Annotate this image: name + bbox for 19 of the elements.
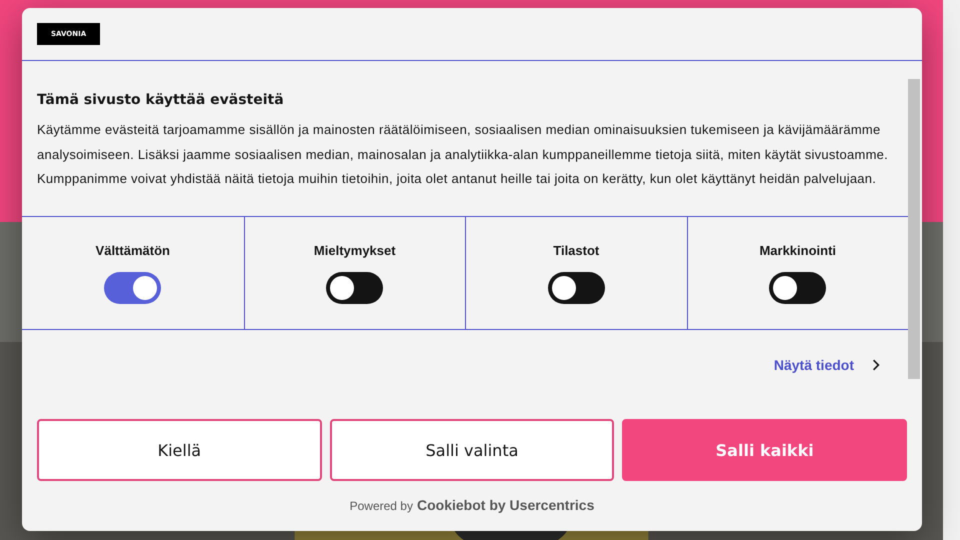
scrollbar[interactable] <box>908 79 920 379</box>
page-scrollbar[interactable] <box>943 0 960 540</box>
category-label: Välttämätön <box>96 242 170 258</box>
toggle-switch[interactable] <box>769 272 826 304</box>
toggle-switch[interactable] <box>326 272 384 304</box>
details-link[interactable]: Näytä tiedot <box>774 356 854 372</box>
powered-by-text: Powered by <box>350 499 413 513</box>
consent-button[interactable]: Kiellä <box>37 419 322 481</box>
chevron-icon <box>872 358 880 370</box>
consent-button[interactable]: Salli kaikki <box>622 419 908 481</box>
brand-link[interactable]: Cookiebot by Usercentrics <box>416 497 594 513</box>
toggle-switch[interactable] <box>104 272 162 304</box>
category-label: Mieltymykset <box>314 242 396 258</box>
body-text: Käytämme evästeitä tarjoamamme sisällön ja mainosten räätälöimiseen, sosiaalisen median ominaisuuksien tukemiseen ja kävijämäärämme analysoimiseen. Lisäksi jaamme sosiaalisen median, mainosalan ja analytiikka-alan kumppaneillemme tietoja siitä, miten käytät sivustoamme. Kumppanimme voivat yhdistää näitä tietoja muihin tietoihin, joita olet antanut heille tai joita on kerätty, kun olet käyttänyt heidän palvelujaan. <box>37 121 889 188</box>
dialog-title: Tämä sivusto käyttää evästeitä <box>36 91 285 108</box>
toggle-switch[interactable] <box>548 272 605 304</box>
consent-button[interactable]: Salli valinta <box>330 419 614 481</box>
category-label: Markkinointi <box>759 242 836 258</box>
category-label: Tilastot <box>553 242 600 258</box>
